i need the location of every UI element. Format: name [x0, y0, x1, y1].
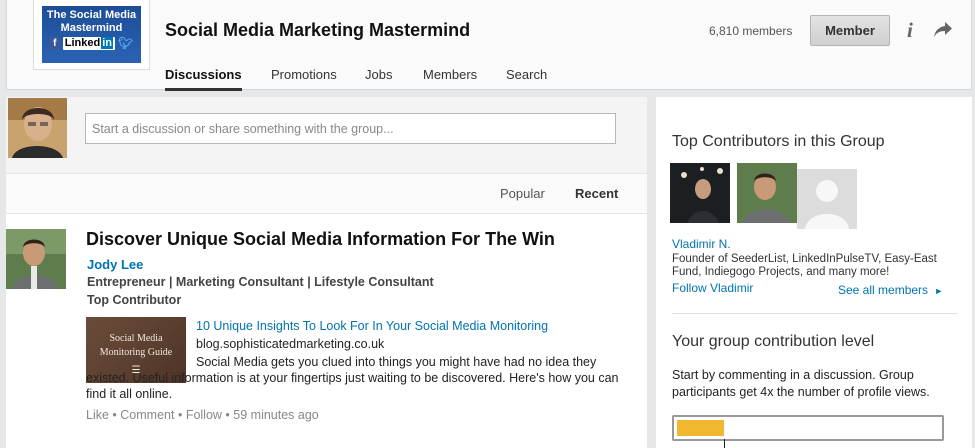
contributor-avatar-1[interactable] [670, 163, 730, 223]
post-title[interactable]: Discover Unique Social Media Information… [86, 229, 555, 250]
facebook-icon: f [49, 37, 60, 50]
discussion-composer [6, 97, 647, 174]
shared-link-title[interactable]: 10 Unique Insights To Look For In Your S… [196, 319, 548, 333]
my-avatar[interactable] [8, 98, 67, 158]
discussion-input[interactable] [85, 113, 616, 144]
see-all-members-link[interactable]: See all members ► [838, 283, 943, 297]
tab-search[interactable]: Search [506, 67, 547, 88]
comment-button[interactable]: Comment [120, 408, 174, 422]
contributor-description: Founder of SeederList, LinkedInPulseTV, … [672, 253, 937, 278]
twitter-icon: 🐦︎ [118, 36, 134, 50]
contributor-avatar-3[interactable] [797, 169, 857, 229]
logo-text-line2: Mastermind [60, 22, 123, 34]
chevron-right-icon: ► [934, 286, 944, 296]
member-count[interactable]: 6,810 members [709, 24, 792, 38]
contribution-progress-bar [672, 415, 944, 448]
top-contributors-heading: Top Contributors in this Group [672, 133, 885, 150]
group-logo[interactable]: The Social Media Mastermind f Linked in 🐦… [33, 0, 150, 70]
member-button[interactable]: Member [810, 15, 890, 46]
follow-button[interactable]: Follow [186, 408, 222, 422]
group-sidebar: Top Contributors in this Group Vladimir … [656, 97, 972, 448]
discussion-feed: Popular Recent Discover Unique Social Me… [6, 97, 647, 448]
tab-jobs[interactable]: Jobs [365, 67, 392, 88]
author-headline: Entrepreneur | Marketing Consultant | Li… [87, 275, 434, 289]
contributor-name[interactable]: Vladimir N. [672, 237, 731, 251]
contribution-progress-fill [677, 420, 724, 436]
tab-discussions[interactable]: Discussions [165, 67, 242, 91]
sort-recent[interactable]: Recent [575, 186, 618, 201]
info-icon[interactable]: i [907, 18, 913, 43]
contribution-level-text: Start by commenting in a discussion. Gro… [672, 368, 930, 399]
sort-popular[interactable]: Popular [500, 186, 545, 201]
shared-link-domain: blog.sophisticatedmarketing.co.uk [196, 337, 385, 351]
progress-marker [724, 439, 725, 448]
tab-promotions[interactable]: Promotions [271, 67, 337, 88]
sort-bar: Popular Recent [6, 174, 647, 214]
follow-contributor-link[interactable]: Follow Vladimir [672, 281, 753, 295]
group-logo-image: The Social Media Mastermind f Linked in 🐦… [42, 6, 141, 63]
shared-link-description: Social Media gets you clued into things … [86, 355, 619, 401]
author-name[interactable]: Jody Lee [87, 257, 143, 272]
discussion-post: Discover Unique Social Media Information… [6, 215, 647, 448]
share-icon[interactable] [933, 21, 953, 39]
contribution-level-heading: Your group contribution level [672, 333, 875, 350]
like-button[interactable]: Like [86, 408, 109, 422]
post-actions: Like • Comment • Follow • 59 minutes ago [86, 408, 319, 422]
logo-text-line1: The Social Media [46, 9, 137, 21]
tab-members[interactable]: Members [423, 67, 477, 88]
top-contributor-badge: Top Contributor [87, 293, 182, 307]
sidebar-divider [672, 313, 958, 314]
author-avatar[interactable] [6, 229, 66, 289]
linkedin-icon: Linked in [62, 37, 115, 50]
group-tabs: Discussions Promotions Jobs Members Sear… [6, 62, 972, 91]
group-title: Social Media Marketing Mastermind [165, 20, 471, 40]
post-timestamp: 59 minutes ago [233, 408, 319, 422]
contributor-avatar-2[interactable] [737, 163, 797, 223]
